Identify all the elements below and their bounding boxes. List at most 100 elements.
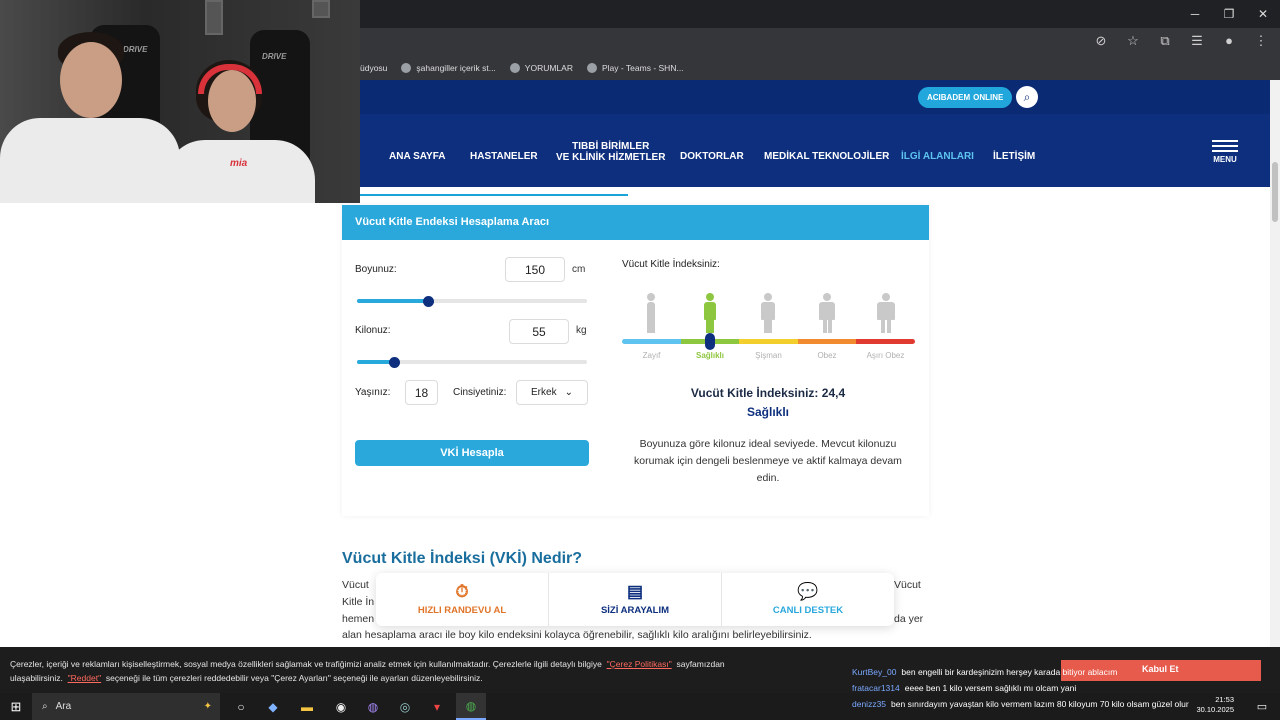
bookmark-item[interactable]: YORUMLAR [509,63,573,73]
action-label: SİZİ ARAYALIM [600,605,670,616]
live-support-button[interactable]: 💬 CANLI DESTEK [722,573,894,626]
cookie-reject-link[interactable]: "Reddet" [68,673,101,683]
app-icon[interactable]: ▾ [422,693,452,720]
online-badge-brand: ACIBADEM [927,93,971,102]
scale-label-underweight: Zayıf [642,351,661,360]
bookmark-item[interactable]: şahangiller içerik st... [401,63,496,73]
bookmark-item[interactable]: Play - Teams - SHN... [586,63,684,73]
person-left [0,118,180,203]
scale-label-overweight: Şişman [755,351,782,360]
toolbar-icons: ⊘ ☆ ⧉ ☰ ● ⋮ [1092,33,1270,49]
weight-label: Kilonuz: [355,325,391,336]
age-input[interactable]: 18 [405,380,438,405]
sparkle-icon: ✦ [203,701,212,712]
weight-input[interactable]: 55 [509,319,569,344]
clock-date: 30.10.2025 [1196,705,1234,714]
online-badge[interactable]: ACIBADEM ONLINE [918,87,1013,108]
article-text: da yer [894,613,924,625]
bookmark-item[interactable]: üdyosu [360,63,387,73]
more-icon[interactable]: ⋮ [1252,33,1270,49]
chat-username: denizz35 [852,699,887,709]
gender-select[interactable]: Erkek ⌄ [516,380,588,405]
copilot-icon[interactable]: ◆ [258,693,288,720]
height-label: Boyunuz: [355,264,397,275]
cookie-policy-link[interactable]: "Çerez Politikası" [607,659,672,669]
nav-underline [360,194,628,196]
calculate-button[interactable]: VKİ Hesapla [355,440,589,466]
action-label: HIZLI RANDEVU AL [417,605,507,616]
nav-item-interests[interactable]: İLGİ ALANLARI [901,151,974,162]
scale-label-obese: Obez [817,351,837,360]
steam-icon[interactable]: ◎ [390,693,420,720]
file-explorer-icon[interactable]: ▬ [292,693,322,720]
bmi-description: Boyunuza göre kilonuz ideal seviyede. Me… [634,438,902,484]
nav-item-medical-units[interactable]: TIBBİ BİRİMLER VE KLİNİK HİZMETLER [556,141,665,163]
hamburger-line [1212,150,1238,152]
weight-unit: kg [576,325,587,336]
overweight-figure-icon [761,293,775,333]
nav-item-contact[interactable]: İLETİŞİM [993,151,1035,162]
cookie-text: ulaşabilirsiniz. "Reddet" seçeneği ile t… [10,673,483,683]
chair-logo: DRIVE [123,45,148,54]
nav-item-home[interactable]: ANA SAYFA [389,151,446,162]
article-text: Vücut [342,579,369,591]
nav-item-label: VE KLİNİK HİZMETLER [556,152,666,163]
close-button[interactable]: ✕ [1246,0,1280,28]
globe-icon [586,63,597,73]
article-text: alan hesaplama aracı ile boy kilo endeks… [342,629,812,641]
chat-username: fratacar1314 [852,683,900,693]
maximize-button[interactable]: ❐ [1212,0,1246,28]
weight-slider-knob[interactable] [389,357,400,368]
tracking-icon[interactable]: ⊘ [1092,33,1110,49]
bmi-scale-segment [739,339,798,344]
search-icon: ⌕ [42,701,48,712]
star-icon[interactable]: ☆ [1124,33,1142,49]
article-title: Vücut Kitle İndeksi (VKİ) Nedir? [342,550,583,567]
nav-item-doctors[interactable]: DOKTORLAR [680,151,744,162]
shirt-logo: mia [230,158,248,169]
scrollbar-thumb[interactable] [1272,162,1278,222]
task-view-icon[interactable]: ○ [226,693,256,720]
chrome-icon[interactable]: ◍ [456,693,486,720]
chat-message: fratacar1314 eeee ben 1 kilo versem sağlı… [852,683,1076,693]
windows-start-icon[interactable]: ⊞ [0,693,32,720]
quick-appointment-button[interactable]: ⏱ HIZLI RANDEVU AL [376,573,549,626]
cookie-text: Çerezler, içeriği ve reklamları kişisell… [10,659,725,669]
page-scrollbar[interactable] [1270,80,1280,647]
window-controls: ─ ❐ ✕ [1178,0,1280,28]
height-slider-knob[interactable] [423,296,434,307]
gender-value: Erkek [531,387,557,398]
height-unit: cm [572,264,586,275]
obs-icon[interactable]: ◉ [326,693,356,720]
bmi-scale-segment [856,339,915,344]
action-label: CANLI DESTEK [772,605,844,616]
nav-item-hospitals[interactable]: HASTANELER [470,151,538,162]
person-left-face [60,42,122,118]
form-icon: ▤ [626,582,644,601]
profile-icon[interactable]: ● [1220,33,1238,49]
discord-icon[interactable]: ◍ [358,693,388,720]
chat-username: KurtBey_00 [852,667,897,677]
wall-frame [312,0,330,18]
globe-icon [509,63,520,73]
call-me-button[interactable]: ▤ SİZİ ARAYALIM [549,573,722,626]
severely-obese-figure-icon [877,293,895,333]
media-icon[interactable]: ☰ [1188,33,1206,49]
taskbar-search[interactable]: ⌕ Ara ✦ [32,693,220,720]
healthy-figure-icon [703,293,717,333]
chat-text: eeee ben 1 kilo versem sağlıklı mı olcam… [904,683,1077,693]
search-icon[interactable]: ⌕ [1016,86,1038,108]
nav-item-medical-tech[interactable]: MEDİKAL TEKNOLOJİLER [764,151,889,162]
notification-icon[interactable]: ▭ [1250,693,1274,720]
chat-text: ben engelli bir kardeşinizim herşey kara… [901,667,1118,677]
extensions-icon[interactable]: ⧉ [1156,33,1174,49]
taskbar-search-placeholder: Ara [55,701,72,712]
height-input[interactable]: 150 [505,257,565,282]
hamburger-icon [1212,140,1238,142]
cookie-text-part: sayfamızdan [676,659,725,669]
wall-frame [205,0,223,35]
menu-button[interactable]: MENU [1212,140,1238,164]
taskbar-clock[interactable]: 21:53 30.10.2025 [1196,695,1234,715]
minimize-button[interactable]: ─ [1178,0,1212,28]
scale-label-healthy: Sağlıklı [695,351,724,360]
